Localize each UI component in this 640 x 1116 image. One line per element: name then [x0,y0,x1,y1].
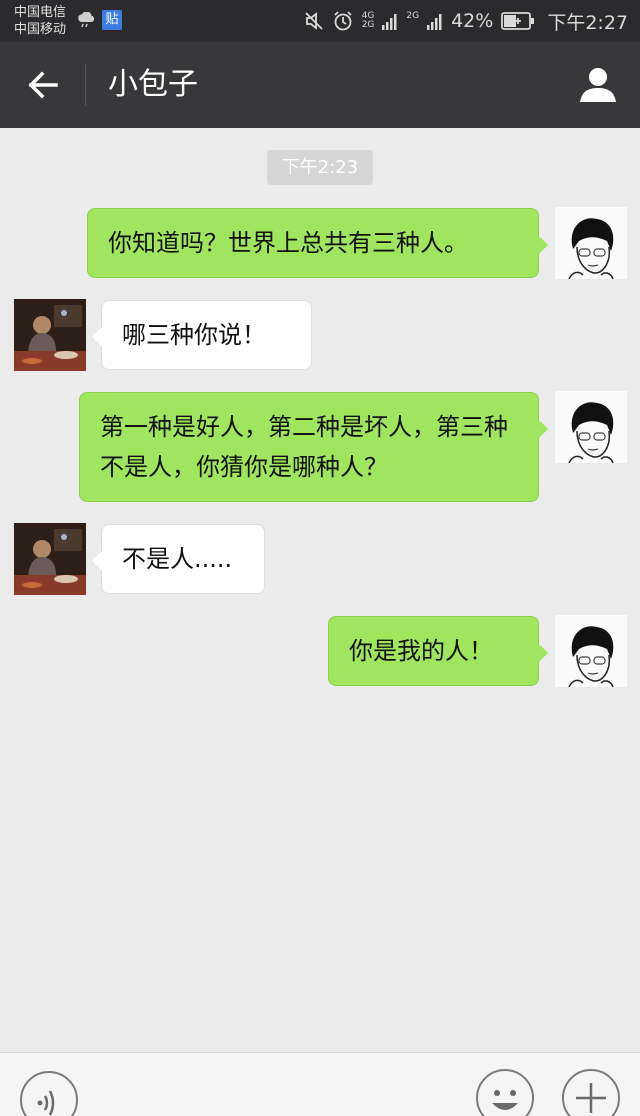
smiley-icon [492,1090,518,1110]
avatar-sketch-icon [555,615,627,687]
more-options-button[interactable] [562,1069,620,1116]
carrier-2: 中国移动 [14,22,67,37]
battery-charging-icon [501,12,535,30]
friend-avatar[interactable] [14,299,86,371]
cloud-rain-icon [78,12,95,28]
message-bubble-received[interactable]: 哪三种你说！ [92,300,312,370]
message-bubble-sent[interactable]: 你是我的人！ [328,616,548,686]
alarm-icon [334,11,352,31]
chat-title: 小包子 [108,67,198,102]
message-bubble-received[interactable]: 不是人..... [92,524,265,594]
chat-title-bar: 小包子 [0,42,640,128]
my-avatar[interactable] [555,391,627,463]
status-clock: 下午2:27 [547,11,628,34]
avatar-sketch-icon [555,391,627,463]
battery-percent: 42% [451,10,494,32]
network-type-2-label: 2G [406,12,419,30]
signal-bars-icon [382,14,397,30]
message-bubble-sent[interactable]: 你知道吗？世界上总共有三种人。 [87,208,548,278]
status-bar: 中国电信 中国移动 贴 4G 2G 2G 42% 下午2:27 [0,0,640,42]
my-avatar[interactable] [555,615,627,687]
voice-button[interactable] [20,1071,78,1116]
status-indicators: 4G 2G 2G 42% 下午2:27 [304,8,628,34]
person-icon[interactable] [578,64,618,104]
my-avatar[interactable] [555,207,627,279]
message-bubble-sent[interactable]: 第一种是好人，第二种是坏人，第三种不是人，你猜你是哪种人？ [79,392,548,502]
arrow-left-icon[interactable] [22,64,64,106]
network-type-bottom: 2G [361,20,375,30]
avatar-sketch-icon [555,207,627,279]
tieba-notification-icon: 贴 [102,10,122,30]
title-divider [85,64,86,106]
voice-icon [37,1090,55,1116]
carrier-labels: 中国电信 中国移动 [14,4,66,38]
mute-icon [305,12,323,30]
plus-icon [576,1083,606,1113]
chat-input-bar [0,1052,640,1116]
carrier-1: 中国电信 [14,5,67,20]
network-type-label: 4G 2G [362,12,375,30]
emoji-button[interactable] [476,1069,534,1116]
friend-photo-icon [14,523,86,595]
friend-photo-icon [14,299,86,371]
signal-bars-2-icon [427,14,442,30]
friend-avatar[interactable] [14,523,86,595]
chat-timestamp: 下午2:23 [267,150,373,185]
